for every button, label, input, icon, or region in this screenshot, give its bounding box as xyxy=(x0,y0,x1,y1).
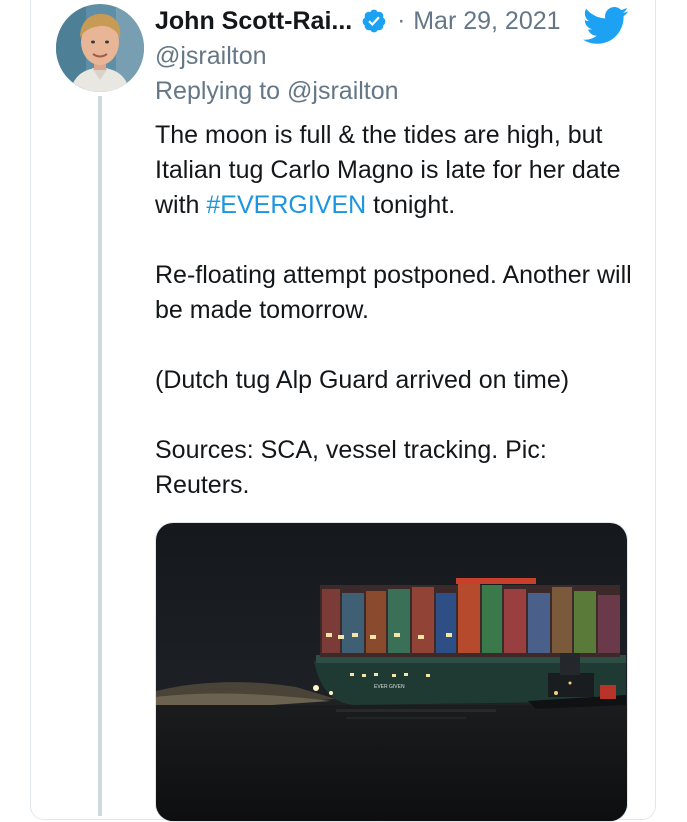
verified-badge-icon xyxy=(362,9,386,33)
tweet-paragraph-2: Re-floating attempt postponed. Another w… xyxy=(155,261,632,324)
separator-dot: · xyxy=(397,7,406,34)
author-name[interactable]: John Scott-Rai... xyxy=(155,7,352,36)
thread-connector-line xyxy=(98,96,102,816)
author-handle[interactable]: @jsrailton xyxy=(155,42,267,71)
tweet-text-segment: tonight. xyxy=(366,191,456,219)
tweet-paragraph-1: The moon is full & the tides are high, b… xyxy=(155,118,645,223)
hashtag-link[interactable]: #EVERGIVEN xyxy=(206,191,366,219)
tweet-paragraph-4: Sources: SCA, vessel tracking. Pic: Reut… xyxy=(155,436,547,499)
twitter-bird-icon[interactable] xyxy=(583,6,629,46)
tweet-date[interactable]: Mar 29, 2021 xyxy=(413,7,560,36)
avatar[interactable] xyxy=(56,4,144,92)
tweet-header: John Scott-Rai... · Mar 29, 2021 xyxy=(155,4,561,38)
ship-name-label: EVER GIVEN xyxy=(374,684,405,690)
tweet-text: The moon is full & the tides are high, b… xyxy=(155,118,645,503)
tweet-media-image[interactable]: EVER GIVEN xyxy=(155,522,628,822)
replying-to: Replying to @jsrailton xyxy=(155,77,399,106)
replying-to-label: Replying to xyxy=(155,77,288,105)
tweet-paragraph-3: (Dutch tug Alp Guard arrived on time) xyxy=(155,366,570,394)
replying-to-handle[interactable]: @jsrailton xyxy=(287,77,399,105)
